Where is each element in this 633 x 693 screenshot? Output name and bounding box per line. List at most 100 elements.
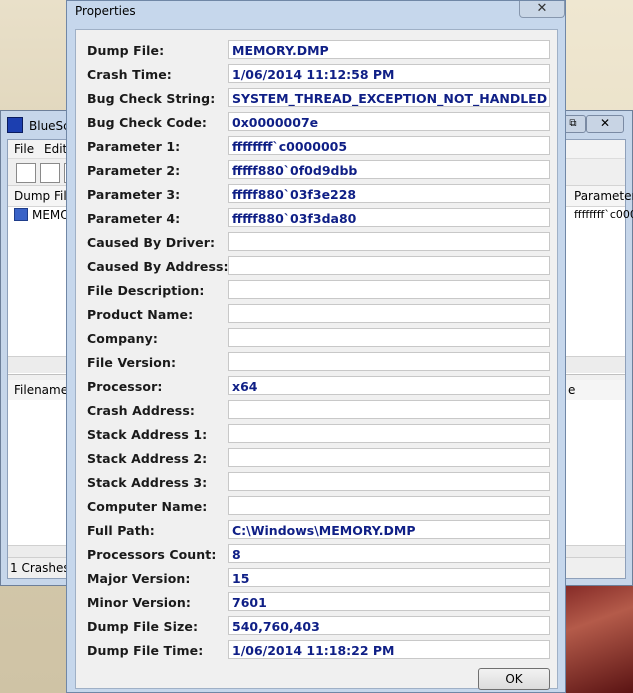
bluescreen-app-icon — [7, 117, 23, 133]
property-value: 1/06/2014 11:12:58 PM — [232, 67, 395, 82]
property-label: Processor: — [87, 379, 163, 394]
property-row: Full Path: C:\Windows\MEMORY.DMP — [76, 518, 559, 542]
bg-close-button[interactable]: ✕ — [586, 115, 624, 133]
property-row: File Version: — [76, 350, 559, 374]
property-row: Crash Time: 1/06/2014 11:12:58 PM — [76, 62, 559, 86]
property-value-field[interactable]: C:\Windows\MEMORY.DMP — [228, 520, 550, 539]
property-value: ffffffff`c0000005 — [232, 139, 348, 154]
property-value-field[interactable]: 15 — [228, 568, 550, 587]
properties-tool-icon[interactable] — [16, 163, 36, 183]
ok-button[interactable]: OK — [478, 668, 550, 690]
property-value-field[interactable] — [228, 496, 550, 515]
property-value-field[interactable] — [228, 424, 550, 443]
property-value: 7601 — [232, 595, 267, 610]
property-value-field[interactable] — [228, 448, 550, 467]
crash-row-parameter: ffffffff`c000 — [574, 208, 633, 221]
property-row: Processor: x64 — [76, 374, 559, 398]
menu-edit[interactable]: Edit — [44, 142, 67, 156]
property-label: Dump File Time: — [87, 643, 204, 658]
property-label: Crash Time: — [87, 67, 172, 82]
column-partial[interactable]: e — [568, 383, 575, 397]
property-row: Crash Address: — [76, 398, 559, 422]
property-value: x64 — [232, 379, 258, 394]
properties-body: Dump File: MEMORY.DMP Crash Time: 1/06/2014… — [75, 29, 559, 690]
property-value-field[interactable]: fffff880`03f3e228 — [228, 184, 550, 203]
property-label: Caused By Driver: — [87, 235, 216, 250]
property-label: Bug Check String: — [87, 91, 216, 106]
save-tool-icon[interactable] — [40, 163, 60, 183]
property-row: Major Version: 15 — [76, 566, 559, 590]
properties-dialog[interactable]: Properties ✕ Dump File: MEMORY.DMP Crash T… — [66, 0, 566, 693]
property-value: 540,760,403 — [232, 619, 320, 634]
property-row: Stack Address 3: — [76, 470, 559, 494]
wallpaper-decoration — [563, 575, 633, 693]
property-row: Parameter 3: fffff880`03f3e228 — [76, 182, 559, 206]
property-row: Product Name: — [76, 302, 559, 326]
property-row: Dump File Size: 540,760,403 — [76, 614, 559, 638]
property-label: Caused By Address: — [87, 259, 229, 274]
property-value-field[interactable]: 0x0000007e — [228, 112, 550, 131]
property-label: File Version: — [87, 355, 177, 370]
property-row: Parameter 4: fffff880`03f3da80 — [76, 206, 559, 230]
property-row: Stack Address 1: — [76, 422, 559, 446]
property-label: Full Path: — [87, 523, 155, 538]
property-value: fffff880`03f3e228 — [232, 187, 357, 202]
property-row: Caused By Driver: — [76, 230, 559, 254]
property-label: Parameter 1: — [87, 139, 181, 154]
property-value: 8 — [232, 547, 241, 562]
property-label: Parameter 4: — [87, 211, 181, 226]
bg-window-title: BlueScr — [7, 117, 75, 135]
column-parameter[interactable]: Parameter — [574, 189, 633, 203]
property-row: Dump File Time: 1/06/2014 11:18:22 PM — [76, 638, 559, 662]
property-row: Bug Check String: SYSTEM_THREAD_EXCEPTION… — [76, 86, 559, 110]
property-value-field[interactable]: MEMORY.DMP — [228, 40, 550, 59]
property-value-field[interactable]: fffff880`03f3da80 — [228, 208, 550, 227]
property-label: Major Version: — [87, 571, 191, 586]
property-value-field[interactable] — [228, 400, 550, 419]
property-value: 1/06/2014 11:18:22 PM — [232, 643, 395, 658]
column-filename[interactable]: Filename — [14, 383, 68, 397]
property-value-field[interactable] — [228, 280, 550, 299]
property-row: File Description: — [76, 278, 559, 302]
dump-file-icon — [14, 208, 28, 221]
property-label: Minor Version: — [87, 595, 191, 610]
crash-list-row[interactable]: MEMO — [14, 208, 70, 222]
property-value-field[interactable] — [228, 328, 550, 347]
property-value-field[interactable]: fffff880`0f0d9dbb — [228, 160, 550, 179]
property-value: fffff880`03f3da80 — [232, 211, 357, 226]
property-value-field[interactable]: 7601 — [228, 592, 550, 611]
property-value-field[interactable]: 8 — [228, 544, 550, 563]
property-value-field[interactable]: 1/06/2014 11:18:22 PM — [228, 640, 550, 659]
property-value-field[interactable] — [228, 304, 550, 323]
property-value-field[interactable] — [228, 352, 550, 371]
property-value: 15 — [232, 571, 250, 586]
dialog-title: Properties — [75, 4, 136, 18]
property-row: Dump File: MEMORY.DMP — [76, 38, 559, 62]
property-row: Parameter 1: ffffffff`c0000005 — [76, 134, 559, 158]
property-label: Stack Address 2: — [87, 451, 208, 466]
property-value-field[interactable] — [228, 472, 550, 491]
property-value: MEMORY.DMP — [232, 43, 329, 58]
property-value-field[interactable]: x64 — [228, 376, 550, 395]
close-button[interactable]: ✕ — [519, 1, 565, 18]
property-row: Processors Count: 8 — [76, 542, 559, 566]
property-value: fffff880`0f0d9dbb — [232, 163, 358, 178]
property-value-field[interactable]: ffffffff`c0000005 — [228, 136, 550, 155]
crash-row-name: MEMO — [32, 208, 70, 222]
property-value-field[interactable]: SYSTEM_THREAD_EXCEPTION_NOT_HANDLED — [228, 88, 550, 107]
property-label: Bug Check Code: — [87, 115, 208, 130]
property-value-field[interactable]: 540,760,403 — [228, 616, 550, 635]
property-label: Crash Address: — [87, 403, 195, 418]
property-value: 0x0000007e — [232, 115, 319, 130]
property-value-field[interactable] — [228, 256, 550, 275]
property-label: Dump File: — [87, 43, 165, 58]
property-row: Minor Version: 7601 — [76, 590, 559, 614]
property-label: Company: — [87, 331, 159, 346]
property-value-field[interactable] — [228, 232, 550, 251]
property-value-field[interactable]: 1/06/2014 11:12:58 PM — [228, 64, 550, 83]
property-label: Processors Count: — [87, 547, 217, 562]
property-row: Caused By Address: — [76, 254, 559, 278]
property-label: Product Name: — [87, 307, 194, 322]
property-row: Stack Address 2: — [76, 446, 559, 470]
menu-file[interactable]: File — [14, 142, 34, 156]
